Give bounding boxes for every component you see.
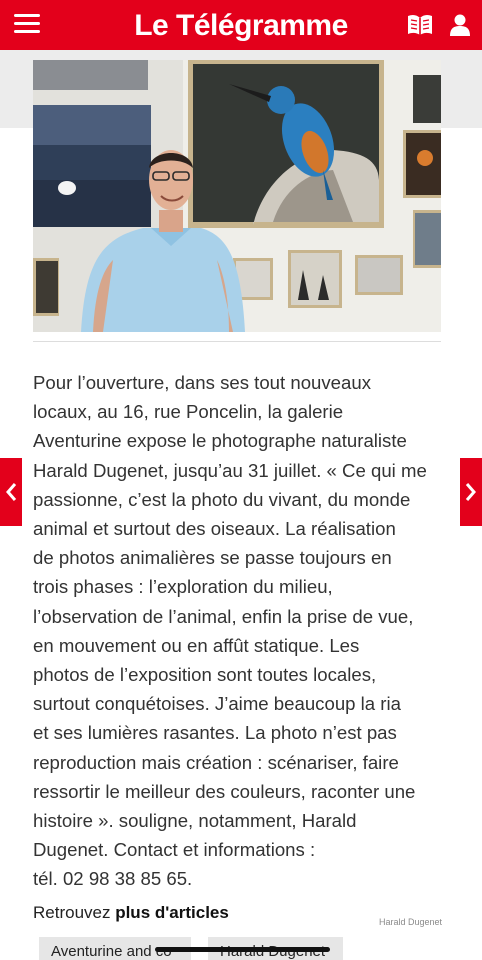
article-line: histoire ». souligne, notamment, Harald bbox=[33, 810, 357, 832]
chevron-left-icon bbox=[6, 483, 17, 501]
article-line: tél. 02 98 38 85 65. bbox=[33, 868, 193, 890]
article-line: de photos animalières se passe toujours … bbox=[33, 547, 392, 569]
article-line: reproduction mais création : scénariser,… bbox=[33, 751, 399, 773]
article-line: en mouvement ou en affût statique. Les bbox=[33, 634, 360, 656]
horizontal-scrollbar[interactable] bbox=[155, 947, 330, 952]
more-articles-link[interactable]: plus d'articles bbox=[115, 903, 229, 922]
article-line: surtout conquétoises. J’aime beaucoup la… bbox=[33, 693, 401, 715]
article-line: animal et surtout des oiseaux. La réalis… bbox=[33, 518, 396, 540]
article-photo[interactable] bbox=[33, 60, 441, 332]
photo-credit: Harald Dugenet bbox=[379, 917, 443, 927]
article-line: trois phases : l’exploration du milieu, bbox=[33, 576, 333, 598]
article-line: Aventurine expose le photographe natural… bbox=[33, 430, 407, 452]
article-line: passionne, c’est la photo du vivant, du … bbox=[33, 488, 411, 510]
article-line: ressortir le meilleur des couleurs, raco… bbox=[33, 780, 416, 802]
article-line: Harald Dugenet, jusqu’au 31 juillet. « C… bbox=[33, 459, 427, 481]
article-line: locaux, au 16, rue Poncelin, la galerie bbox=[33, 401, 344, 423]
top-bar: Le Télégramme bbox=[0, 0, 482, 50]
article-line: Pour l’ouverture, dans ses tout nouveaux bbox=[33, 372, 371, 393]
open-book-icon[interactable] bbox=[406, 13, 434, 37]
next-article-button[interactable] bbox=[460, 458, 482, 526]
more-articles-prefix: Retrouvez bbox=[33, 903, 116, 922]
chevron-right-icon bbox=[465, 483, 476, 501]
article-line: et ses lumières rasantes. La photo n’est… bbox=[33, 722, 397, 744]
article-line: l’observation de l’animal, enfin la pris… bbox=[33, 605, 414, 627]
more-articles-heading: Retrouvez plus d'articles bbox=[33, 903, 229, 923]
article-body: Pour l’ouverture, dans ses tout nouveaux… bbox=[33, 368, 453, 894]
article-line: photos de l’exposition sont toutes local… bbox=[33, 664, 377, 686]
photo-divider bbox=[33, 341, 441, 342]
previous-article-button[interactable] bbox=[0, 458, 22, 526]
user-icon[interactable] bbox=[448, 13, 472, 37]
article-line: Dugenet. Contact et informations : bbox=[33, 839, 316, 861]
